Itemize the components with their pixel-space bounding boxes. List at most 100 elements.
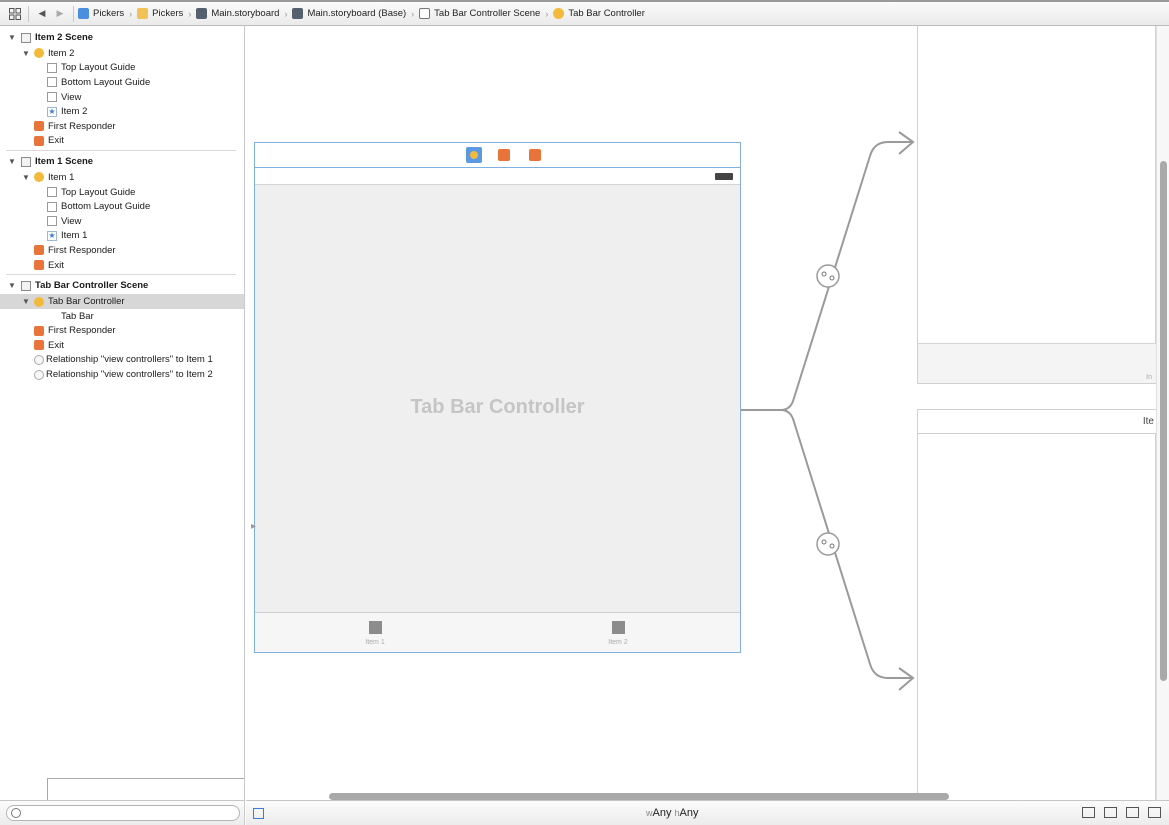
outline-label: First Responder — [48, 120, 116, 132]
outline-item-bottom-guide[interactable]: Bottom Layout Guide — [0, 199, 244, 214]
breadcrumb-file[interactable]: Main.storyboard › — [196, 8, 290, 19]
entry-point-arrow-icon[interactable]: ▸ — [251, 521, 256, 532]
outline-scene-item2[interactable]: ▼ Item 2 Scene — [0, 29, 244, 46]
toggle-outline-icon[interactable] — [253, 808, 264, 819]
first-responder-icon[interactable] — [498, 149, 510, 161]
outline-item-tab-bar-controller[interactable]: ▼ Tab Bar Controller — [0, 294, 244, 309]
outline-item-bottom-guide[interactable]: Bottom Layout Guide — [0, 75, 244, 90]
outline-label: View — [61, 215, 82, 227]
document-outline: ▼ Item 2 Scene ▼ Item 2 Top Layout Guide… — [0, 26, 245, 800]
scene-dock — [255, 143, 740, 168]
outline-item-exit[interactable]: Exit — [0, 258, 244, 273]
tab-item-2[interactable]: Item 2 — [588, 621, 648, 646]
filter-input[interactable] — [6, 805, 240, 821]
outline-label: Relationship "view controllers" to Item … — [46, 369, 213, 381]
scene-title: Item 1 Scene — [35, 156, 94, 168]
chevron-right-icon: › — [545, 8, 549, 19]
outline-item-top-guide[interactable]: Top Layout Guide — [0, 185, 244, 200]
disclosure-open-icon[interactable]: ▼ — [7, 157, 17, 166]
outline-item-view[interactable]: View — [0, 214, 244, 229]
star-icon: ★ — [47, 106, 57, 117]
outline-item-first-responder[interactable]: First Responder — [0, 119, 244, 134]
vertical-scrollbar[interactable] — [1156, 26, 1169, 800]
tab-item-1[interactable]: Item 1 — [345, 621, 405, 646]
resolve-icon[interactable] — [1148, 807, 1161, 818]
outline-label: First Responder — [48, 325, 116, 337]
breadcrumb-group[interactable]: Pickers › — [137, 8, 194, 19]
star-icon: ★ — [47, 230, 57, 241]
relationship-segue-bottom[interactable] — [780, 409, 912, 679]
view-controller-icon[interactable] — [466, 147, 482, 163]
outline-label: Exit — [48, 135, 64, 147]
outline-item-relationship-1[interactable]: Relationship "view controllers" to Item … — [0, 353, 244, 368]
breadcrumb-scene[interactable]: Tab Bar Controller Scene › — [419, 8, 551, 19]
outline-item-exit[interactable]: Exit — [0, 338, 244, 353]
view-icon — [47, 216, 57, 227]
back-icon[interactable]: ◀ — [33, 6, 51, 22]
breadcrumb-controller[interactable]: Tab Bar Controller — [553, 8, 645, 19]
layout-guide-icon — [47, 187, 57, 198]
scene-icon — [419, 8, 431, 19]
outline-item-tab-item[interactable]: ★ Item 1 — [0, 229, 244, 244]
outline-item-vc[interactable]: ▼ Item 2 — [0, 46, 244, 61]
storyboard-icon — [292, 8, 304, 19]
disclosure-open-icon[interactable]: ▼ — [21, 297, 31, 306]
view-controller-icon — [34, 296, 44, 307]
relationship-segue-badge[interactable] — [816, 532, 840, 556]
pin-icon[interactable] — [1126, 807, 1139, 818]
tab-bar[interactable]: Item 1 Item 2 — [255, 612, 740, 652]
layout-guide-icon — [47, 201, 57, 212]
storyboard-canvas[interactable]: ▸ Tab Bar Controller Item 1 Item 2 In It… — [246, 26, 1156, 800]
relationship-segue-badge[interactable] — [816, 264, 840, 288]
stack-icon[interactable] — [1082, 807, 1095, 818]
relationship-icon — [34, 369, 44, 380]
tab-item-label: In — [1146, 374, 1152, 381]
breadcrumb-localization[interactable]: Main.storyboard (Base) › — [292, 8, 417, 19]
tab-item-icon — [611, 621, 625, 634]
disclosure-open-icon[interactable]: ▼ — [21, 173, 31, 182]
exit-icon[interactable] — [529, 149, 541, 161]
grid-icon[interactable] — [6, 6, 24, 22]
disclosure-open-icon[interactable]: ▼ — [7, 33, 17, 42]
disclosure-open-icon[interactable]: ▼ — [7, 281, 17, 290]
outline-scene-item1[interactable]: ▼ Item 1 Scene — [0, 153, 244, 170]
outline-label: Bottom Layout Guide — [61, 201, 151, 213]
exit-icon — [34, 135, 44, 146]
outline-item-tab-item[interactable]: ★ Item 2 — [0, 104, 244, 119]
filter-icon — [11, 808, 21, 818]
item-1-scene-preview[interactable]: In — [917, 26, 1156, 384]
scene-dock: Ite — [918, 410, 1156, 434]
outline-item-top-guide[interactable]: Top Layout Guide — [0, 61, 244, 76]
breadcrumb-label: Tab Bar Controller Scene — [434, 8, 541, 19]
tab-bar-controller-scene[interactable]: ▸ Tab Bar Controller Item 1 Item 2 — [251, 142, 741, 653]
outline-label: Top Layout Guide — [61, 186, 136, 198]
item-2-scene-preview[interactable]: Ite — [917, 409, 1156, 800]
forward-icon[interactable]: ▶ — [51, 6, 69, 22]
outline-item-first-responder[interactable]: First Responder — [0, 243, 244, 258]
outline-label: Tab Bar — [61, 310, 94, 322]
outline-label: Relationship "view controllers" to Item … — [46, 354, 213, 366]
view-controller-icon — [34, 172, 44, 183]
scene-title: Tab Bar Controller Scene — [35, 280, 149, 292]
scene-icon — [21, 156, 31, 167]
outline-item-exit[interactable]: Exit — [0, 134, 244, 149]
divider — [73, 5, 74, 22]
tab-bar: In — [918, 343, 1156, 383]
horizontal-scrollbar[interactable] — [329, 793, 949, 800]
breadcrumb-project[interactable]: Pickers › — [78, 8, 135, 19]
size-class-control[interactable]: wAny hAny — [646, 807, 699, 819]
disclosure-open-icon[interactable]: ▼ — [21, 49, 31, 58]
divider — [28, 5, 29, 22]
divider — [6, 274, 236, 276]
view-controller-icon — [553, 8, 565, 19]
outline-label: View — [61, 91, 82, 103]
outline-item-vc[interactable]: ▼ Item 1 — [0, 170, 244, 185]
outline-item-relationship-2[interactable]: Relationship "view controllers" to Item … — [0, 367, 244, 382]
outline-scene-tab-bar-controller[interactable]: ▼ Tab Bar Controller Scene — [0, 277, 244, 294]
outline-item-view[interactable]: View — [0, 90, 244, 105]
scrollbar-thumb[interactable] — [1160, 161, 1167, 681]
outline-item-first-responder[interactable]: First Responder — [0, 324, 244, 339]
outline-item-tab-bar[interactable]: Tab Bar — [0, 309, 244, 800]
chevron-right-icon: › — [129, 8, 133, 19]
align-icon[interactable] — [1104, 807, 1117, 818]
